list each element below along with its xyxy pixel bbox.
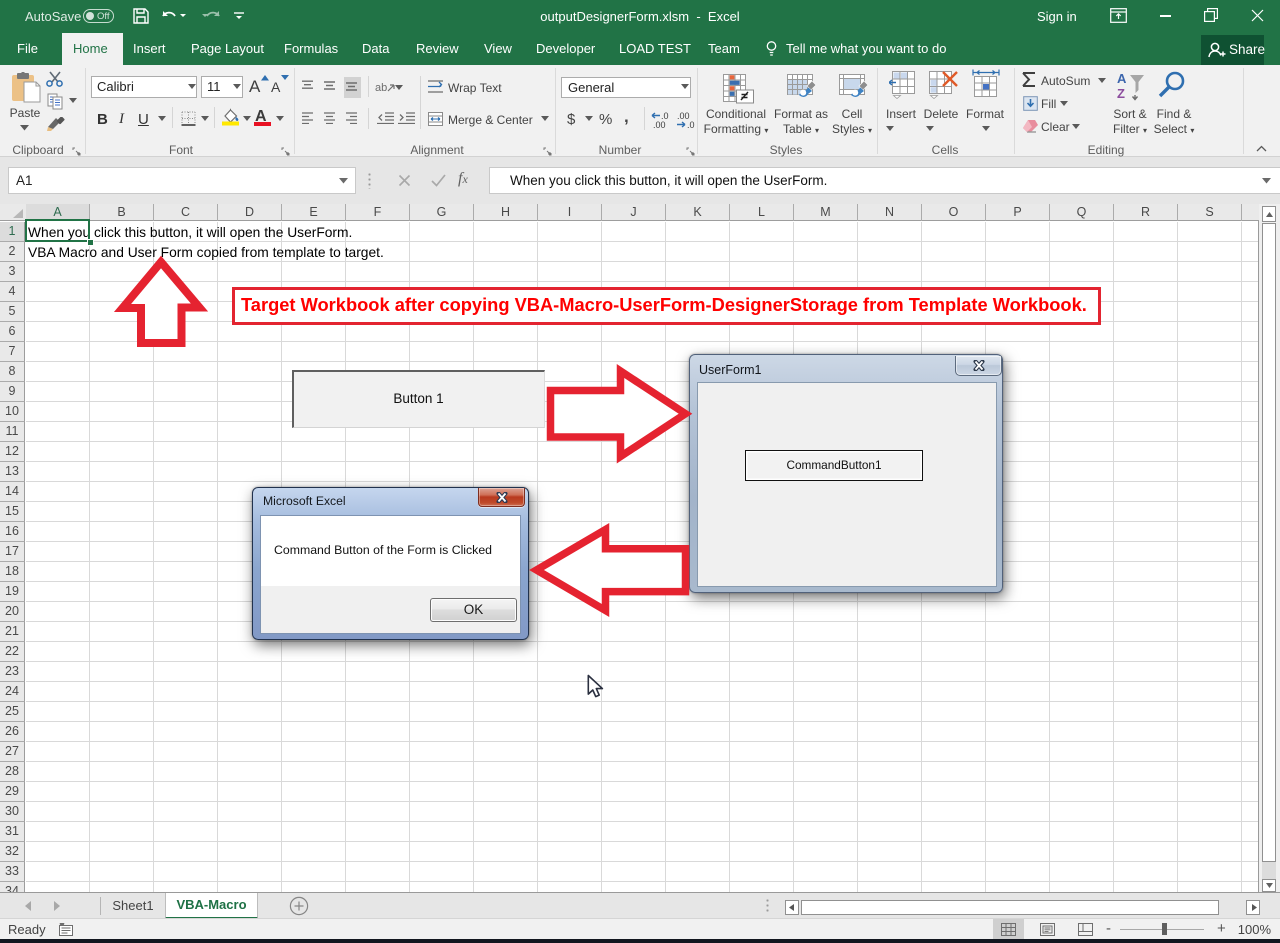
svg-text:Z: Z	[1117, 86, 1125, 101]
svg-text:A: A	[1117, 71, 1127, 86]
svg-text:ab: ab	[375, 82, 387, 94]
svg-text:.00: .00	[653, 120, 666, 129]
svg-text:.0: .0	[687, 120, 695, 129]
